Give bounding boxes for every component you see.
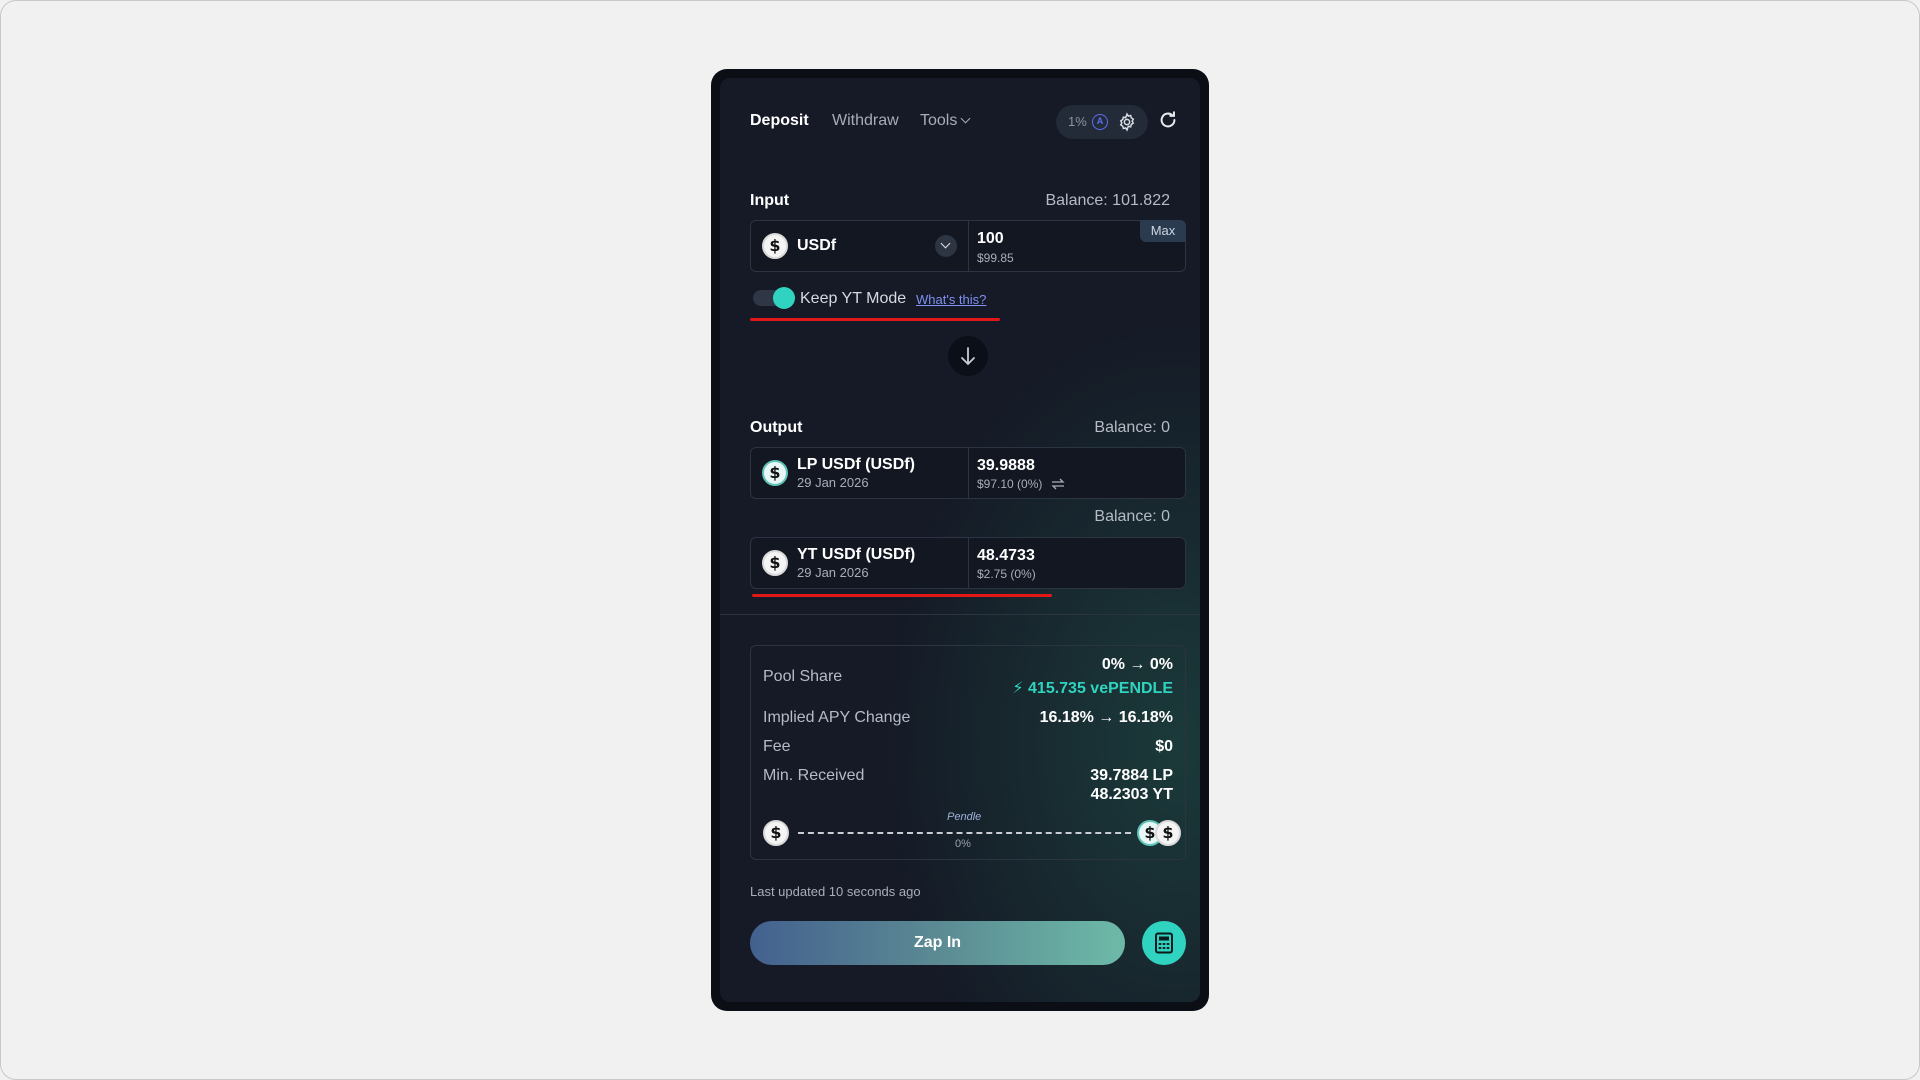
route-percent: 0% [955,838,971,850]
token-select-dropdown[interactable] [935,235,957,257]
lp-amount-usd: $97.10 (0%) [977,477,1043,491]
min-received-yt: 48.2303 YT [1090,786,1173,803]
zap-in-button[interactable]: Zap In [750,921,1125,965]
route-protocol-tag: Pendle [947,811,982,823]
input-amount[interactable]: 100 [977,230,1004,248]
vependle-value: 415.735 vePENDLE [1028,680,1173,697]
pool-share-value: 0% → 0% [1101,656,1173,673]
slippage-value: 1% [1068,114,1087,129]
box-divider [968,221,969,271]
fee-value: $0 [1155,738,1173,755]
last-updated-text: Last updated 10 seconds ago [750,884,921,899]
app-window: Deposit Withdraw Tools 1% A Input Balanc… [711,69,1209,1011]
yt-token-date: 29 Jan 2026 [797,565,869,580]
box-divider [968,538,969,588]
lightning-icon: ⚡ [1012,680,1024,697]
keep-yt-toggle[interactable] [753,287,795,309]
output-yt-balance: Balance: 0 [1094,508,1170,525]
tab-tools-label: Tools [920,112,958,129]
slippage-settings-button[interactable]: 1% A [1056,105,1148,139]
annotation-underline-yt-output [752,594,1052,597]
swap-arrows-icon[interactable] [1051,478,1065,490]
lp-coin-icon: $ [762,460,788,486]
summary-box: Pool Share 0% → 0% ⚡ 415.735 vePENDLE Im… [750,645,1186,860]
pool-share-label: Pool Share [763,668,843,685]
yt-coin-icon: $ [762,550,788,576]
box-divider [968,448,969,498]
output-label: Output [750,419,803,436]
keep-yt-label: Keep YT Mode [800,290,907,307]
toggle-knob [773,287,795,309]
output-lp-box: $ LP USDf (USDf) 29 Jan 2026 39.9888 $97… [750,447,1186,499]
chevron-down-icon [960,113,971,124]
route-dashed-line [798,832,1131,834]
output-lp-balance: Balance: 0 [1094,419,1170,436]
annotation-underline-keep-yt [750,318,1000,321]
yt-amount-usd: $2.75 (0%) [977,567,1036,581]
apy-change-value: 16.18% → 16.18% [1039,709,1173,726]
calculator-button[interactable] [1142,921,1186,965]
output-yt-box: $ YT USDf (USDf) 29 Jan 2026 48.4733 $2.… [750,537,1186,589]
max-button[interactable]: Max [1140,220,1186,242]
route-source-coin-icon: $ [763,820,789,846]
deposit-panel: Deposit Withdraw Tools 1% A Input Balanc… [720,78,1200,1002]
whats-this-link[interactable]: What's this? [916,292,986,307]
input-balance: Balance: 101.822 [1045,192,1170,209]
route-yt-coin-icon: $ [1155,820,1181,846]
input-amount-usd: $99.85 [977,251,1014,265]
refresh-icon[interactable] [1157,109,1179,131]
fee-label: Fee [763,738,791,755]
gear-icon [1119,112,1135,132]
calculator-icon [1155,932,1173,954]
input-token-name[interactable]: USDf [797,237,836,255]
yt-token-name: YT USDf (USDf) [797,546,916,563]
input-token-box: $ USDf 100 $99.85 Max [750,220,1186,272]
auto-slippage-icon: A [1092,114,1108,130]
tab-deposit[interactable]: Deposit [750,112,809,130]
lp-token-name: LP USDf (USDf) [797,456,915,473]
input-label: Input [750,192,790,209]
min-received-label: Min. Received [763,767,865,784]
lp-amount: 39.9888 [977,457,1035,474]
tab-tools[interactable]: Tools [920,112,971,130]
lp-token-date: 29 Jan 2026 [797,475,869,490]
tab-withdraw[interactable]: Withdraw [832,112,899,130]
apy-change-label: Implied APY Change [763,709,911,726]
yt-amount: 48.4733 [977,547,1035,564]
vependle-reward: ⚡ 415.735 vePENDLE [1012,678,1173,698]
section-divider [720,614,1200,615]
arrow-down-icon[interactable] [948,336,988,376]
usdf-coin-icon: $ [762,233,788,259]
min-received-lp: 39.7884 LP [1090,767,1173,784]
